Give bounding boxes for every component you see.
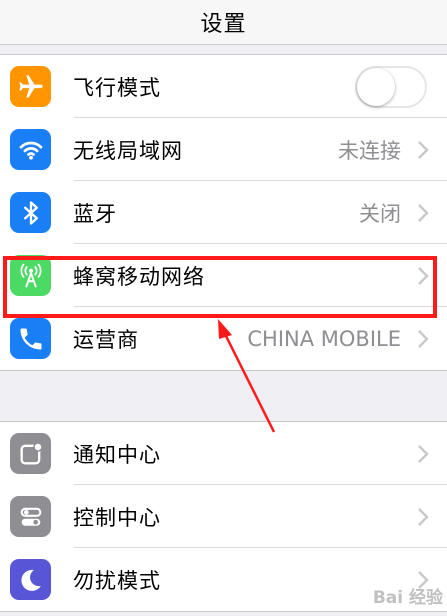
moon-icon [10, 559, 51, 600]
navigation-bar: 设置 [0, 0, 447, 45]
chevron-right-icon [418, 445, 429, 463]
airplane-icon [10, 66, 51, 107]
settings-row-label: 蓝牙 [73, 201, 117, 226]
control-center-icon [10, 496, 51, 537]
settings-row-control-center[interactable]: 控制中心 [0, 485, 447, 548]
settings-row-label: 通知中心 [73, 442, 161, 467]
notification-center-icon [10, 433, 51, 474]
page-title: 设置 [200, 12, 247, 37]
chevron-right-icon [418, 330, 429, 348]
settings-row-label: 飞行模式 [73, 75, 161, 100]
airplane-mode-toggle[interactable] [355, 66, 427, 108]
bluetooth-icon [10, 192, 51, 233]
chevron-right-icon [418, 204, 429, 222]
chevron-right-icon [418, 508, 429, 526]
chevron-right-icon [418, 267, 429, 285]
cellular-antenna-icon [10, 255, 51, 296]
settings-row-notification-center[interactable]: 通知中心 [0, 422, 447, 485]
chevron-right-icon [418, 141, 429, 159]
toggle-knob [357, 68, 395, 106]
settings-row-wifi[interactable]: 无线局域网 未连接 [0, 118, 447, 181]
bluetooth-status-value: 关闭 [359, 201, 401, 226]
phone-icon [10, 318, 51, 359]
carrier-name-value: CHINA MOBILE [247, 326, 401, 351]
settings-group-connectivity: 飞行模式 无线局域网 未连接 蓝牙 关闭 蜂窝移动网络 运营商 CHINA MO… [0, 54, 447, 371]
settings-row-label: 蜂窝移动网络 [73, 264, 205, 289]
watermark: Bai 经验 [372, 588, 443, 608]
settings-row-carrier[interactable]: 运营商 CHINA MOBILE [0, 307, 447, 370]
settings-row-label: 勿扰模式 [73, 568, 161, 593]
settings-row-bluetooth[interactable]: 蓝牙 关闭 [0, 181, 447, 244]
settings-row-label: 运营商 [73, 327, 139, 352]
wifi-status-value: 未连接 [338, 138, 401, 163]
wifi-icon [10, 129, 51, 170]
settings-row-label: 无线局域网 [73, 138, 183, 163]
settings-row-cellular[interactable]: 蜂窝移动网络 [0, 244, 447, 307]
settings-row-airplane-mode[interactable]: 飞行模式 [0, 55, 447, 118]
settings-row-label: 控制中心 [73, 505, 161, 530]
